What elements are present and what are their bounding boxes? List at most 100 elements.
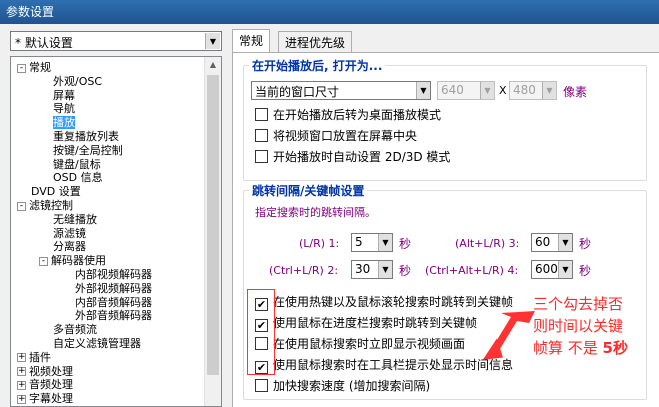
tree-item[interactable]: - 常规 bbox=[17, 61, 51, 75]
tree-item[interactable]: OSD 信息 bbox=[39, 171, 103, 185]
tree-item[interactable]: 键盘/鼠标 bbox=[39, 158, 101, 172]
tree-item[interactable]: + 插件 bbox=[17, 351, 51, 365]
field-label-alt-lr: (Alt+L/R) 3: bbox=[455, 237, 520, 250]
jump-ctrl-lr-value: 30 bbox=[355, 262, 371, 276]
collapse-icon[interactable]: - bbox=[17, 63, 26, 73]
jump-alt-lr-spinner[interactable]: 60 ▼ bbox=[531, 233, 573, 252]
tree-item-label: 重复播放列表 bbox=[53, 130, 119, 143]
checkbox-desktop-mode[interactable]: 在开始播放后转为桌面播放模式 bbox=[255, 108, 441, 123]
jump-lr-spinner[interactable]: 5 ▼ bbox=[351, 233, 393, 252]
tree-item[interactable]: 外观/OSC bbox=[39, 75, 102, 89]
tab-general[interactable]: 常规 bbox=[232, 29, 271, 53]
tree-item[interactable]: 外部视频解码器 bbox=[61, 282, 152, 296]
width-select[interactable]: 640 ▼ bbox=[437, 81, 495, 100]
chevron-down-icon[interactable]: ▼ bbox=[378, 261, 392, 278]
field-label-ctrl-alt-lr: (Ctrl+Alt+L/R) 4: bbox=[425, 264, 519, 277]
collapse-icon[interactable]: - bbox=[39, 256, 48, 266]
tree-item-label: DVD 设置 bbox=[31, 185, 81, 199]
tree-item[interactable]: 源滤镜 bbox=[39, 227, 86, 241]
tree-item[interactable]: + 音频处理 bbox=[17, 378, 73, 392]
tree-item-label: 插件 bbox=[29, 350, 51, 364]
annotation-line-3: 帧算 不是 5秒 bbox=[533, 337, 628, 359]
chevron-down-icon[interactable]: ▼ bbox=[542, 82, 556, 99]
checkbox-seekbar-keyframe[interactable]: ✔ 使用鼠标在进度栏搜索时跳转到关键帧 bbox=[255, 316, 477, 332]
tree-item-label: 多音频流 bbox=[53, 323, 97, 337]
tree-item-label: 分离器 bbox=[53, 240, 86, 254]
tree-item-label: 无缝播放 bbox=[53, 212, 97, 226]
width-value: 640 bbox=[441, 83, 464, 97]
height-select[interactable]: 480 ▼ bbox=[509, 81, 557, 100]
tree-item[interactable]: 播放 bbox=[39, 116, 75, 130]
scroll-up-icon[interactable]: ▲ bbox=[205, 57, 221, 73]
tree-item[interactable]: 分离器 bbox=[39, 240, 86, 254]
window-titlebar: 参数设置 bbox=[0, 0, 659, 24]
scroll-thumb[interactable] bbox=[207, 75, 219, 375]
expand-icon[interactable]: + bbox=[17, 367, 26, 377]
tree-item[interactable]: 外部音频解码器 bbox=[61, 309, 152, 323]
preset-select[interactable]: * 默认设置 ▼ bbox=[10, 31, 222, 51]
tree-item[interactable]: 内部音频解码器 bbox=[61, 296, 152, 310]
tree-item-label: 自定义滤镜管理器 bbox=[53, 337, 141, 350]
jump-lr-value: 5 bbox=[355, 235, 363, 249]
tree-item-label: OSD 信息 bbox=[53, 171, 103, 185]
expand-icon[interactable]: + bbox=[17, 353, 26, 363]
annotation-line-3a: 帧算 不是 bbox=[533, 339, 603, 357]
jump-ctrl-alt-lr-value: 600 bbox=[535, 262, 558, 276]
tree-item[interactable]: 导航 bbox=[39, 102, 75, 116]
height-value: 480 bbox=[513, 83, 536, 97]
tab-process-priority[interactable]: 进程优先级 bbox=[278, 31, 353, 52]
tree-item-label: 音频处理 bbox=[29, 378, 73, 392]
highlight-rectangle bbox=[247, 289, 275, 375]
tree-scrollbar[interactable]: ▲ bbox=[204, 57, 221, 406]
chevron-down-icon[interactable]: ▼ bbox=[205, 33, 220, 49]
tree-item-label: 外观/OSC bbox=[53, 74, 103, 88]
field-label-ctrl-lr: (Ctrl+L/R) 2: bbox=[269, 264, 339, 277]
chevron-down-icon[interactable]: ▼ bbox=[480, 82, 494, 99]
tree-item[interactable]: 多音频流 bbox=[39, 323, 97, 337]
tree-item-label: 源滤镜 bbox=[53, 226, 86, 240]
annotation-text: 三个勾去掉否 则时间以关键 帧算 不是 5秒 bbox=[533, 293, 628, 359]
expand-icon[interactable]: + bbox=[17, 380, 26, 390]
tree-item[interactable]: + 字幕处理 bbox=[17, 392, 73, 406]
x-label: X bbox=[499, 84, 507, 97]
open-group-title: 在开始播放后, 打开为... bbox=[249, 57, 386, 74]
tree-item-label: 外部视频解码器 bbox=[75, 281, 152, 295]
checkbox-hotkey-keyframe[interactable]: ✔ 在使用热键以及鼠标滚轮搜索时跳转到关键帧 bbox=[255, 295, 513, 311]
checkbox-center-window[interactable]: 将视频窗口放置在屏幕中央 bbox=[255, 129, 417, 144]
jump-hint: 指定搜索时的跳转间隔。 bbox=[255, 206, 376, 219]
tree-item[interactable]: 自定义滤镜管理器 bbox=[39, 337, 141, 351]
tree-item-label: 常规 bbox=[29, 61, 51, 74]
jump-ctrl-alt-lr-spinner[interactable]: 600 ▼ bbox=[531, 260, 573, 279]
checkbox-faster-seek[interactable]: 加快搜索速度 (增加搜索间隔) bbox=[255, 379, 430, 394]
expand-icon[interactable]: + bbox=[17, 394, 26, 404]
checkbox-box[interactable] bbox=[255, 108, 268, 121]
tree-item[interactable]: 重复播放列表 bbox=[39, 130, 119, 144]
chevron-down-icon[interactable]: ▼ bbox=[416, 82, 430, 99]
checkbox-auto-3d[interactable]: 开始播放时自动设置 2D/3D 模式 bbox=[255, 150, 450, 165]
tree-item-label: 按键/全局控制 bbox=[53, 143, 123, 157]
tree-item[interactable]: 内部视频解码器 bbox=[61, 268, 152, 282]
checkbox-instant-preview[interactable]: 在使用鼠标搜索时立即显示视频画面 bbox=[255, 337, 465, 352]
checkbox-label: 在开始播放后转为桌面播放模式 bbox=[273, 108, 442, 122]
tree-item[interactable]: 屏幕 bbox=[39, 89, 75, 103]
chevron-down-icon[interactable]: ▼ bbox=[378, 234, 392, 251]
chevron-down-icon[interactable]: ▼ bbox=[558, 261, 572, 278]
tree-item[interactable]: 按键/全局控制 bbox=[39, 144, 123, 158]
chevron-down-icon[interactable]: ▼ bbox=[558, 234, 572, 251]
checkbox-label: 开始播放时自动设置 2D/3D 模式 bbox=[273, 150, 451, 164]
jump-group-title: 跳转间隔/关键帧设置 bbox=[249, 182, 368, 199]
tree-item[interactable]: - 滤镜控制 bbox=[17, 199, 73, 213]
collapse-icon[interactable]: - bbox=[17, 201, 26, 211]
tree-item[interactable]: - 解码器使用 bbox=[39, 254, 106, 268]
tree-item[interactable]: DVD 设置 bbox=[17, 185, 81, 199]
annotation-line-1: 三个勾去掉否 bbox=[533, 295, 624, 313]
checkbox-box[interactable] bbox=[255, 379, 268, 392]
checkbox-tooltip-time[interactable]: ✔ 使用鼠标搜索时在工具栏提示处显示时间信息 bbox=[255, 358, 513, 374]
tree-item[interactable]: 无缝播放 bbox=[39, 213, 97, 227]
tree-item[interactable]: + 视频处理 bbox=[17, 365, 73, 379]
checkbox-box[interactable] bbox=[255, 150, 268, 163]
checkbox-box[interactable] bbox=[255, 129, 268, 142]
window-size-select[interactable]: 当前的窗口尺寸 ▼ bbox=[251, 81, 431, 100]
tab-general-label: 常规 bbox=[239, 34, 264, 48]
jump-ctrl-lr-spinner[interactable]: 30 ▼ bbox=[351, 260, 393, 279]
